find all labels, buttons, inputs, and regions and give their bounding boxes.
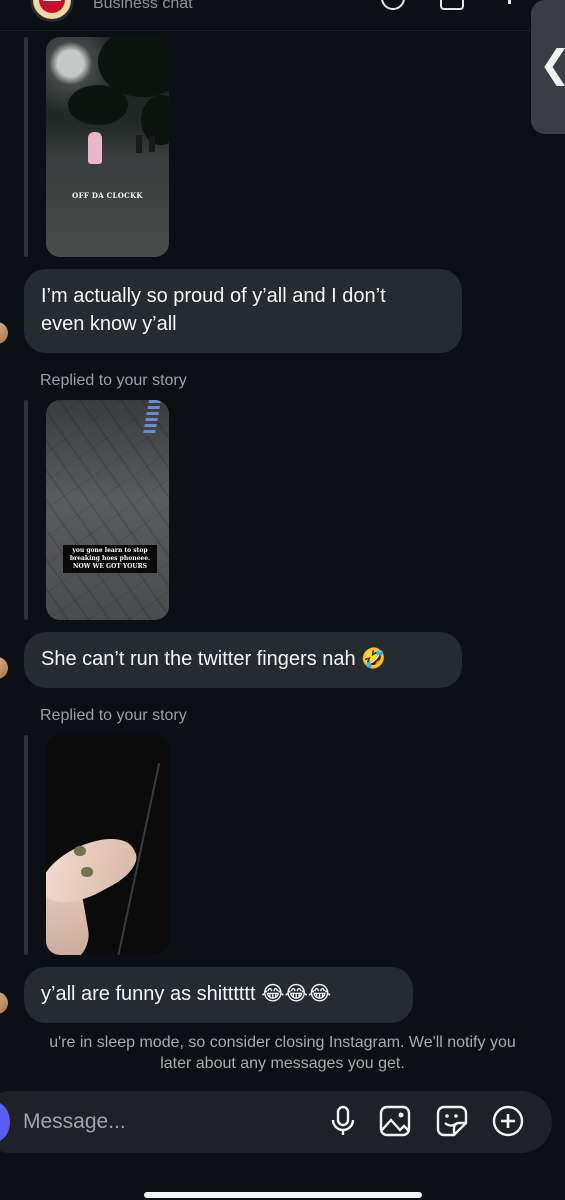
replied-label: Replied to your story bbox=[40, 372, 187, 389]
replied-label: Replied to your story bbox=[40, 707, 187, 724]
header-subtitle: Business chat bbox=[93, 0, 193, 12]
chevron-left-icon: ❮ bbox=[539, 42, 565, 86]
reply-indicator-line bbox=[24, 735, 28, 955]
story-caption: you gone learn to stop breaking hoes pho… bbox=[63, 545, 157, 573]
message-text-line: I’m actually so proud of y’all and I don… bbox=[41, 285, 386, 307]
story-thumbnail[interactable] bbox=[46, 735, 169, 955]
message-bubble[interactable]: y’all are funny as shitttttt 😂😂😂 bbox=[24, 967, 413, 1023]
story-caption: OFF DA CLOCKK bbox=[72, 191, 143, 200]
message-bubble[interactable]: She can’t run the twitter fingers nah 🤣 bbox=[24, 632, 462, 688]
message-text: y’all are funny as shitttttt bbox=[41, 983, 256, 1005]
chat-header bbox=[0, 0, 565, 31]
sticker-icon[interactable] bbox=[435, 1104, 469, 1138]
sender-avatar[interactable] bbox=[0, 322, 8, 344]
home-indicator[interactable] bbox=[144, 1192, 422, 1198]
message-text-line: even know y’all bbox=[41, 313, 177, 335]
story-thumbnail[interactable]: OFF DA CLOCKK bbox=[46, 37, 169, 257]
reply-indicator-line bbox=[24, 37, 28, 257]
gallery-icon[interactable] bbox=[378, 1104, 412, 1138]
sender-avatar[interactable] bbox=[0, 992, 8, 1014]
message-input[interactable] bbox=[23, 1107, 313, 1137]
message-text: She can’t run the twitter fingers nah bbox=[41, 648, 356, 670]
info-icon[interactable] bbox=[508, 0, 511, 4]
message-bubble[interactable]: I’m actually so proud of y’all and I don… bbox=[24, 269, 462, 353]
emoji: 😂😂😂 bbox=[261, 983, 332, 1005]
emoji: 🤣 bbox=[361, 648, 387, 670]
add-icon[interactable] bbox=[491, 1104, 525, 1138]
reply-indicator-line bbox=[24, 400, 28, 620]
sleep-mode-notice: u're in sleep mode, so consider closing … bbox=[49, 1034, 516, 1072]
microphone-icon[interactable] bbox=[326, 1104, 360, 1138]
video-icon[interactable] bbox=[440, 0, 464, 10]
side-panel-tab[interactable]: ❮ bbox=[531, 0, 565, 134]
sender-avatar[interactable] bbox=[0, 657, 8, 679]
story-thumbnail[interactable]: you gone learn to stop breaking hoes pho… bbox=[46, 400, 169, 620]
